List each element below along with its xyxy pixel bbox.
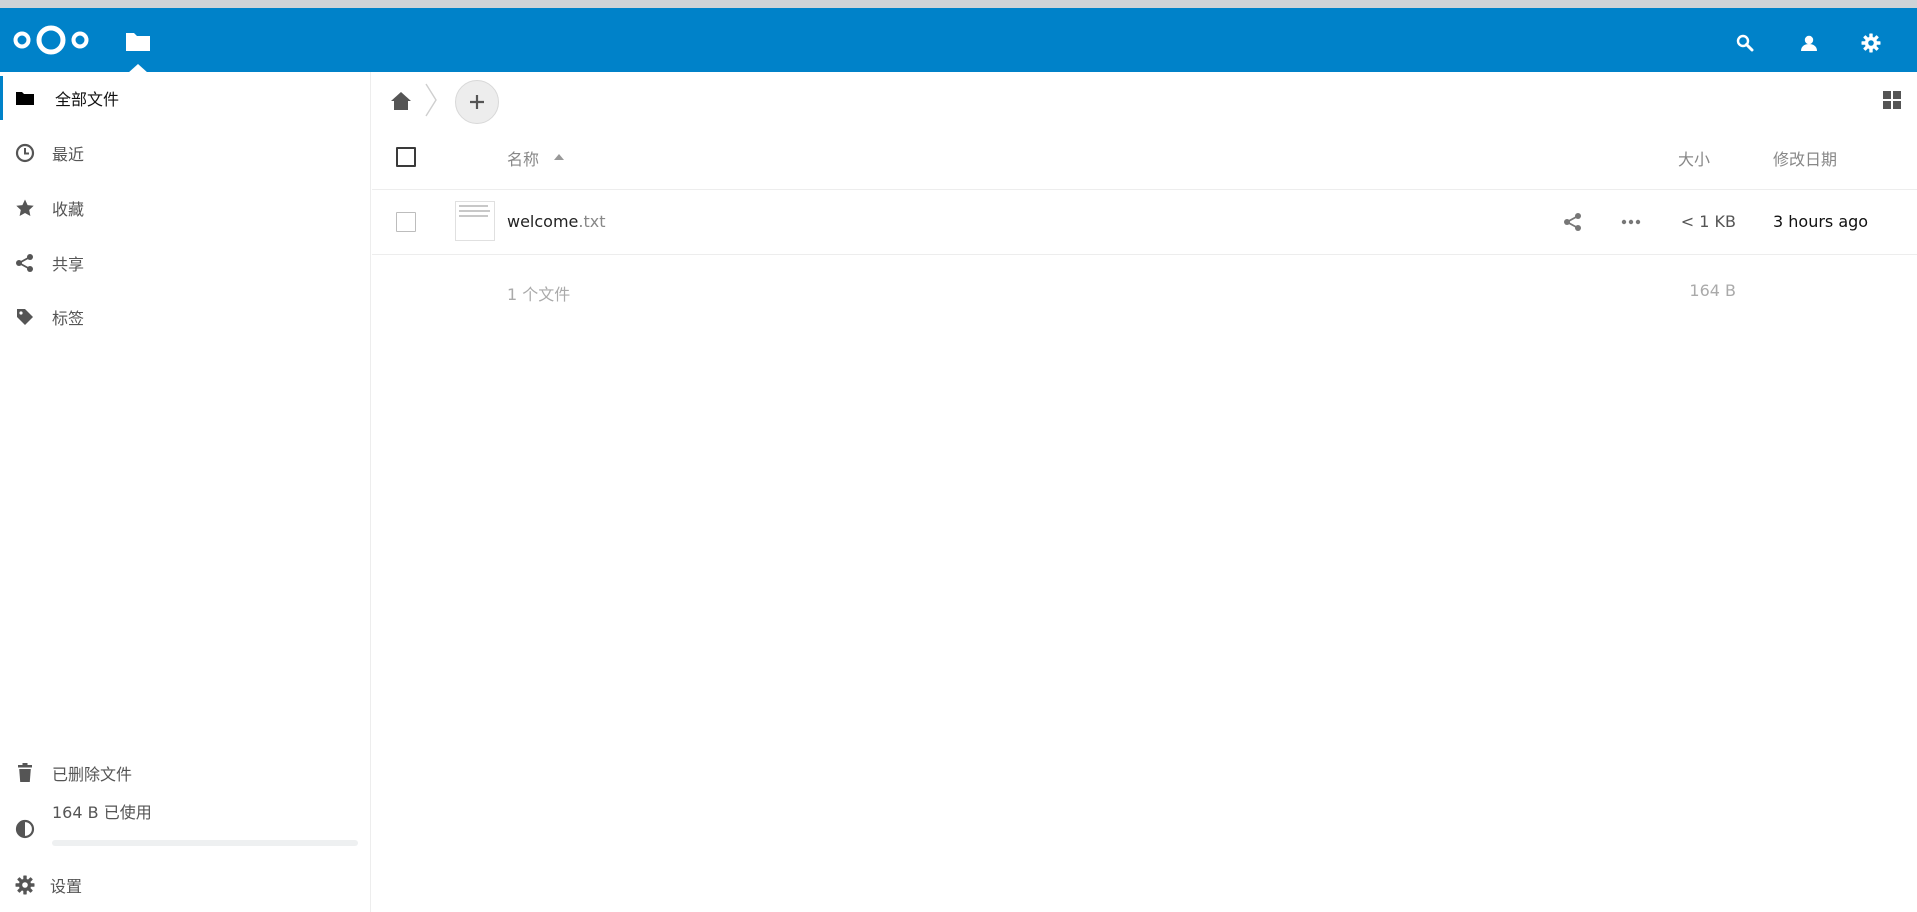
nextcloud-logo[interactable]: [12, 22, 90, 58]
sidebar-item-label: 收藏: [52, 200, 85, 219]
sidebar-item-settings[interactable]: 设置: [0, 863, 370, 907]
column-modified-header[interactable]: 修改日期: [1773, 146, 1837, 170]
files-controls: [372, 72, 1917, 128]
file-modified-date: 3 hours ago: [1773, 212, 1869, 231]
column-size-header[interactable]: 大小: [1678, 146, 1710, 170]
breadcrumb-home[interactable]: [388, 88, 414, 114]
gear-icon: [14, 874, 36, 896]
table-row[interactable]: welcome.txt < 1 KB 3 hours ago: [372, 190, 1917, 255]
more-dots-icon: [1621, 219, 1641, 225]
share-icon: [14, 252, 36, 274]
sidebar-item-favorites[interactable]: 收藏: [0, 186, 370, 230]
sidebar-item-recent[interactable]: 最近: [0, 131, 370, 175]
new-file-button[interactable]: [455, 80, 499, 124]
settings-menu-button[interactable]: [1856, 28, 1886, 58]
contacts-icon: [1801, 35, 1819, 51]
contacts-menu-button[interactable]: [1794, 28, 1824, 58]
file-name-extension: .txt: [578, 212, 606, 231]
sidebar-item-all-files[interactable]: 全部文件: [0, 76, 370, 120]
app-navigation: 全部文件 最近 收藏 共享 标签 已删除文件 164 B 已使用 设置: [0, 72, 371, 912]
home-icon: [391, 92, 411, 110]
row-more-actions-button[interactable]: [1619, 210, 1643, 234]
row-checkbox[interactable]: [396, 212, 416, 232]
select-all-checkbox[interactable]: [396, 147, 416, 167]
search-icon: [1736, 34, 1754, 52]
quota-text: 164 B 已使用: [52, 803, 152, 822]
share-icon: [1564, 213, 1581, 231]
quota-progress-bar: [52, 840, 358, 846]
app-header: [0, 8, 1917, 73]
sidebar-item-shares[interactable]: 共享: [0, 241, 370, 285]
sidebar-item-label: 最近: [52, 145, 85, 164]
sidebar-item-label: 已删除文件: [52, 765, 133, 784]
clock-icon: [14, 142, 36, 164]
file-thumbnail[interactable]: [455, 201, 495, 241]
tag-icon: [14, 306, 36, 328]
sort-ascending-icon: [554, 154, 564, 160]
settings-gear-icon: [1861, 33, 1881, 53]
search-button[interactable]: [1730, 28, 1760, 58]
row-share-button[interactable]: [1561, 210, 1585, 234]
plus-icon: [470, 95, 484, 109]
star-icon: [14, 197, 36, 219]
file-name[interactable]: welcome.txt: [507, 212, 606, 231]
file-name-base: welcome: [507, 212, 579, 231]
sidebar-item-label: 共享: [52, 255, 85, 274]
window-top-strip: [0, 0, 1917, 8]
column-name-header[interactable]: 名称: [507, 146, 539, 170]
file-table-header: 名称 大小 修改日期: [372, 128, 1917, 190]
folder-icon: [14, 87, 36, 109]
view-toggle-button[interactable]: [1880, 88, 1904, 112]
sidebar-item-label: 设置: [50, 877, 83, 896]
sidebar-item-deleted-files[interactable]: 已删除文件: [0, 751, 370, 795]
file-size: < 1 KB: [1680, 212, 1736, 231]
breadcrumb-separator: [425, 83, 437, 117]
file-summary-size: 164 B: [1689, 281, 1736, 300]
grid-view-icon: [1883, 91, 1901, 109]
sidebar-item-label: 全部文件: [55, 90, 120, 109]
sidebar-item-label: 标签: [52, 309, 85, 328]
files-folder-icon: [126, 33, 150, 51]
quota-pie-icon: [14, 818, 36, 840]
trash-icon: [14, 762, 36, 784]
file-summary-count: 1 个文件: [507, 285, 571, 304]
sidebar-item-tags[interactable]: 标签: [0, 295, 370, 339]
